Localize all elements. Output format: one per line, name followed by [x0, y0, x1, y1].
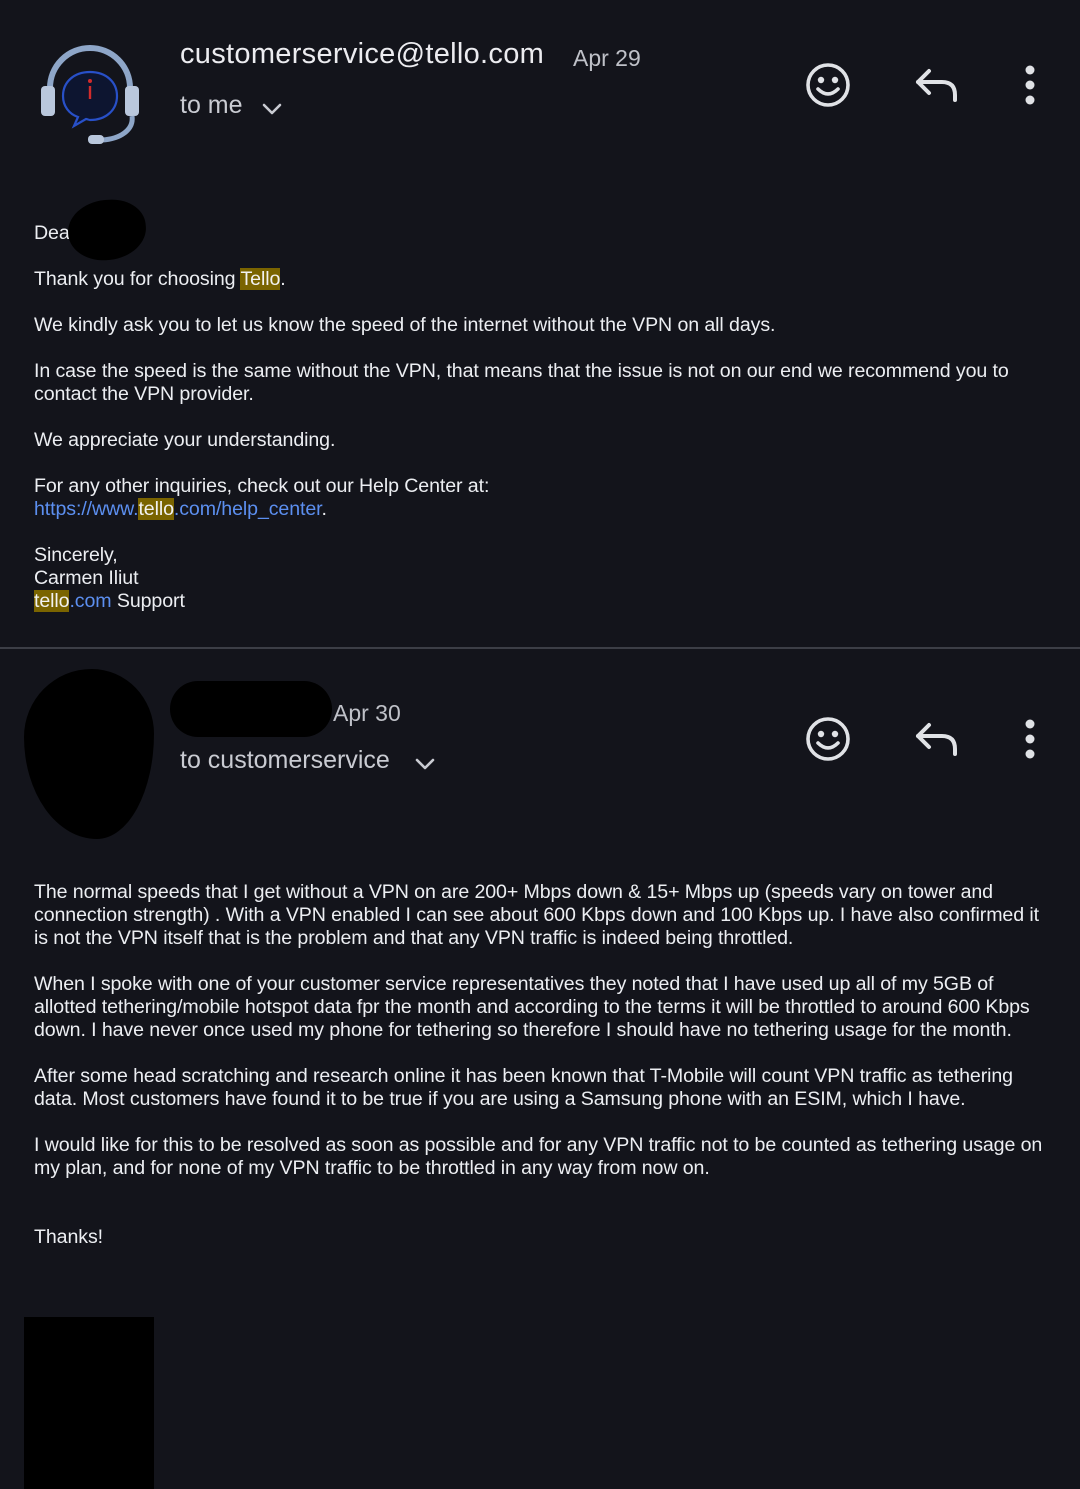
paragraph-4: We appreciate your understanding.: [34, 429, 336, 451]
more-vert-icon[interactable]: [1018, 64, 1042, 106]
more-vert-icon[interactable]: [1018, 718, 1042, 760]
punctuation: .: [321, 498, 327, 520]
punctuation: .: [280, 268, 286, 290]
reply-arrow-icon[interactable]: [912, 64, 960, 104]
message-body: The normal speeds that I get without a V…: [34, 881, 1054, 1272]
chevron-down-icon[interactable]: [414, 757, 436, 771]
signature-brand-highlight[interactable]: tello: [34, 590, 70, 612]
signature-domain[interactable]: .com: [69, 590, 111, 612]
signer-name: Carmen Iliut: [34, 567, 139, 589]
help-center-link[interactable]: https://www.tello.com/help_center: [34, 498, 322, 520]
paragraph-4: I would like for this to be resolved as …: [34, 1134, 1043, 1179]
link-part[interactable]: .com/help_center: [174, 498, 322, 520]
help-center-paragraph: For any other inquiries, check out our H…: [34, 475, 1054, 521]
thanks-text: Thank you for choosing: [34, 268, 241, 290]
sender-address[interactable]: customerservice@tello.com: [180, 38, 544, 71]
message-date: Apr 30: [333, 700, 401, 726]
message-date: Apr 29: [573, 45, 641, 71]
help-text: For any other inquiries, check out our H…: [34, 475, 490, 497]
recipient-label[interactable]: to customerservice: [180, 746, 390, 775]
link-part[interactable]: https://www.: [34, 498, 139, 520]
paragraph-2: When I spoke with one of your customer s…: [34, 973, 1030, 1041]
paragraph-1: The normal speeds that I get without a V…: [34, 881, 1039, 949]
greeting-line: Dear: [34, 222, 1054, 245]
signature-team: Support: [111, 590, 185, 612]
thanks-line: Thank you for choosing Tello.: [34, 268, 1054, 291]
brand-highlight: Tello: [240, 268, 281, 290]
signature-link[interactable]: tello.com: [34, 590, 112, 612]
emoji-smile-icon[interactable]: [804, 61, 852, 109]
redacted-avatar[interactable]: [24, 1317, 154, 1489]
paragraph-2: We kindly ask you to let us know the spe…: [34, 314, 776, 336]
chevron-down-icon[interactable]: [261, 102, 283, 116]
headset-support-icon[interactable]: [38, 40, 142, 146]
message-body: Dear Thank you for choosing Tello. We ki…: [34, 222, 1054, 636]
closing-line: Thanks!: [34, 1226, 103, 1248]
email-message-1: customerservice@tello.com Apr 29 to me D…: [0, 0, 1080, 648]
paragraph-3: After some head scratching and research …: [34, 1065, 1013, 1110]
emoji-smile-icon[interactable]: [804, 715, 852, 763]
email-message-2: Apr 30 to customerservice The normal spe…: [0, 649, 1080, 1489]
paragraph-3: In case the speed is the same without th…: [34, 360, 1009, 405]
link-brand-highlight[interactable]: tello: [138, 498, 174, 520]
signature: Sincerely, Carmen Iliut tello.com Suppor…: [34, 544, 1054, 613]
recipient-label[interactable]: to me: [180, 91, 243, 120]
reply-arrow-icon[interactable]: [912, 718, 960, 758]
redaction-mark: [24, 669, 154, 839]
redaction-mark: [170, 681, 332, 737]
signoff-text: Sincerely,: [34, 544, 118, 566]
